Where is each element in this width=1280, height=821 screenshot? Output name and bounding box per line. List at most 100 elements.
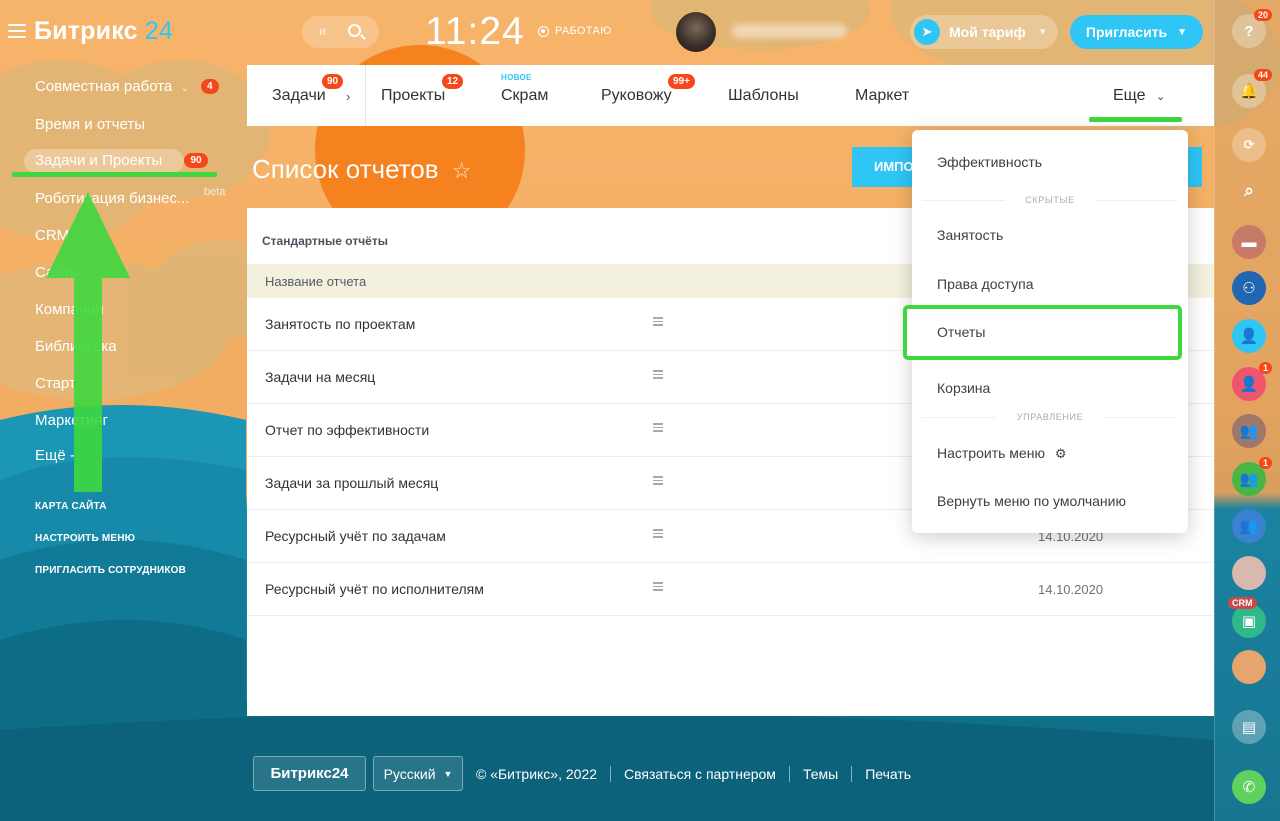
- tab-supervising[interactable]: Руковожу: [601, 87, 672, 105]
- report-name[interactable]: Ресурсный учёт по исполнителям: [265, 581, 484, 597]
- logo-number: 24: [144, 17, 174, 45]
- menu-item-busy[interactable]: Занятость: [937, 227, 1003, 243]
- work-status-label: РАБОТАЮ: [555, 25, 612, 37]
- search-icon[interactable]: [348, 24, 361, 37]
- user-photo-avatar[interactable]: [1232, 650, 1266, 684]
- tab-more[interactable]: Еще ⌄: [1113, 87, 1165, 105]
- counter-badge: 1: [1258, 362, 1272, 374]
- menu-item-efficiency[interactable]: Эффективность: [937, 154, 1042, 170]
- phone-icon[interactable]: ✆: [1232, 770, 1266, 804]
- bitrix24-logo[interactable]: Битрикс 24: [34, 17, 173, 46]
- themes-link[interactable]: Темы: [803, 766, 838, 782]
- row-menu-icon[interactable]: [653, 423, 663, 432]
- menu-item-label: Настроить меню: [937, 445, 1045, 461]
- chat-group-icon[interactable]: ⚇: [1232, 271, 1266, 305]
- report-name[interactable]: Занятость по проектам: [265, 316, 415, 332]
- open-lines-icon[interactable]: ⟳: [1232, 128, 1266, 162]
- group-chat-icon[interactable]: 👥: [1232, 414, 1266, 448]
- report-date: 14.10.2020: [1038, 582, 1104, 597]
- report-name[interactable]: Задачи за прошлый месяц: [265, 475, 438, 491]
- language-select[interactable]: Русский ▼: [373, 756, 463, 791]
- print-link[interactable]: Печать: [865, 766, 911, 782]
- sidebar-item-time-reports[interactable]: Время и отчеты: [35, 116, 145, 133]
- column-header-name[interactable]: Название отчета: [265, 274, 366, 289]
- sidebar-item-collaboration[interactable]: Совместная работа ⌄ 4: [35, 78, 219, 95]
- menu-item-reset[interactable]: Вернуть меню по умолчанию: [937, 493, 1126, 509]
- counter-badge: 90: [322, 74, 344, 89]
- row-menu-icon[interactable]: [653, 370, 663, 379]
- contact-avatar-icon[interactable]: 👤: [1232, 319, 1266, 353]
- search-placeholder: и: [319, 24, 326, 38]
- tab-projects[interactable]: Проекты: [381, 87, 445, 105]
- chevron-down-icon: ⌄: [1156, 91, 1166, 103]
- tab-templates[interactable]: Шаблоны: [728, 87, 799, 105]
- row-menu-icon[interactable]: [653, 317, 663, 326]
- contact-partner-link[interactable]: Связаться с партнером: [624, 766, 776, 782]
- crm-tag: CRM: [1228, 597, 1257, 609]
- counter-badge: 12: [442, 74, 464, 89]
- new-tag: НОВОЕ: [501, 73, 532, 82]
- search-input[interactable]: и: [302, 16, 379, 48]
- group-chat-icon[interactable]: 👥: [1232, 509, 1266, 543]
- tab-label: Задачи: [272, 87, 326, 104]
- language-label: Русский: [383, 765, 436, 782]
- menu-section-hidden: СКРЫТЫЕ: [1005, 195, 1095, 205]
- sitemap-link[interactable]: КАРТА САЙТА: [35, 501, 107, 512]
- chevron-down-icon: ▼: [443, 768, 453, 779]
- sidebar-item-label: Совместная работа: [35, 78, 173, 95]
- chevron-right-icon[interactable]: ›: [346, 89, 350, 104]
- footer: Битрикс24 Русский ▼ © «Битрикс», 2022 Св…: [253, 756, 911, 791]
- copyright: © «Битрикс», 2022: [476, 765, 598, 782]
- tab-label: Проекты: [381, 87, 446, 104]
- chevron-down-icon: ▼: [1177, 26, 1188, 38]
- tasks-tab-bar: Задачи 90 › Проекты 12 Скрам НОВОЕ Руков…: [247, 65, 1214, 126]
- tab-label: Маркет: [855, 87, 910, 104]
- rocket-icon: ➤: [914, 19, 940, 45]
- sidebar-item-tasks-projects[interactable]: Задачи и Проекты 90: [35, 152, 208, 169]
- top-bar: Битрикс 24 и 11:24 РАБОТАЮ ➤ Мой тариф ▼…: [0, 0, 1214, 64]
- chevron-down-icon: ▼: [1037, 26, 1048, 38]
- invite-employees-link[interactable]: ПРИГЛАСИТЬ СОТРУДНИКОВ: [35, 565, 186, 576]
- sidebar-item-label: Задачи и Проекты: [35, 152, 163, 169]
- tab-market[interactable]: Маркет: [855, 87, 909, 105]
- star-icon[interactable]: ☆: [452, 158, 472, 183]
- tab-scrum[interactable]: Скрам: [501, 87, 548, 105]
- menu-item-trash[interactable]: Корзина: [937, 380, 990, 396]
- my-tariff-button[interactable]: ➤ Мой тариф ▼: [910, 15, 1058, 49]
- user-name-blurred[interactable]: [732, 24, 847, 38]
- annotation-underline: [12, 172, 217, 177]
- report-name[interactable]: Задачи на месяц: [265, 369, 375, 385]
- user-avatar[interactable]: [676, 12, 716, 52]
- menu-section-manage: УПРАВЛЕНИЕ: [995, 412, 1105, 422]
- menu-item-reports-highlight[interactable]: Отчеты: [903, 305, 1182, 360]
- video-call-icon[interactable]: ▬: [1232, 225, 1266, 259]
- counter-badge: 4: [200, 79, 219, 94]
- menu-item-reports[interactable]: Отчеты: [937, 324, 985, 340]
- tab-tasks[interactable]: Задачи: [272, 87, 326, 105]
- row-menu-icon[interactable]: [653, 582, 663, 591]
- contact-avatar-icon[interactable]: 👤 1: [1232, 362, 1272, 401]
- user-photo-avatar[interactable]: [1232, 556, 1266, 590]
- search-icon[interactable]: ⌕: [1232, 174, 1266, 208]
- bell-icon[interactable]: 🔔 44: [1232, 69, 1272, 108]
- report-name[interactable]: Отчет по эффективности: [265, 422, 429, 438]
- report-name[interactable]: Ресурсный учёт по задачам: [265, 528, 446, 544]
- invite-button[interactable]: Пригласить ▼: [1070, 15, 1203, 49]
- work-status-button[interactable]: РАБОТАЮ: [538, 25, 612, 37]
- row-menu-icon[interactable]: [653, 476, 663, 485]
- footer-divider: [610, 765, 612, 782]
- share-screen-icon[interactable]: ▤: [1232, 710, 1266, 744]
- crm-chat-icon[interactable]: ▣ CRM: [1228, 597, 1266, 638]
- left-menu: Совместная работа ⌄ 4 Время и отчеты Зад…: [0, 64, 246, 821]
- table-row[interactable]: Ресурсный учёт по исполнителям 14.10.202…: [247, 563, 1214, 616]
- menu-toggle-icon[interactable]: [8, 24, 26, 38]
- row-menu-icon[interactable]: [653, 529, 663, 538]
- configure-menu-link[interactable]: НАСТРОИТЬ МЕНЮ: [35, 533, 135, 544]
- group-chat-icon[interactable]: 👥 1: [1232, 457, 1272, 496]
- menu-item-configure[interactable]: Настроить меню ⚙: [937, 445, 1067, 462]
- menu-item-access-rights[interactable]: Права доступа: [937, 276, 1033, 292]
- clock-time: 11:24: [425, 10, 525, 53]
- page-title: Список отчетов ☆: [252, 154, 472, 185]
- footer-logo[interactable]: Битрикс24: [253, 756, 366, 791]
- help-icon[interactable]: ? 20: [1232, 9, 1272, 48]
